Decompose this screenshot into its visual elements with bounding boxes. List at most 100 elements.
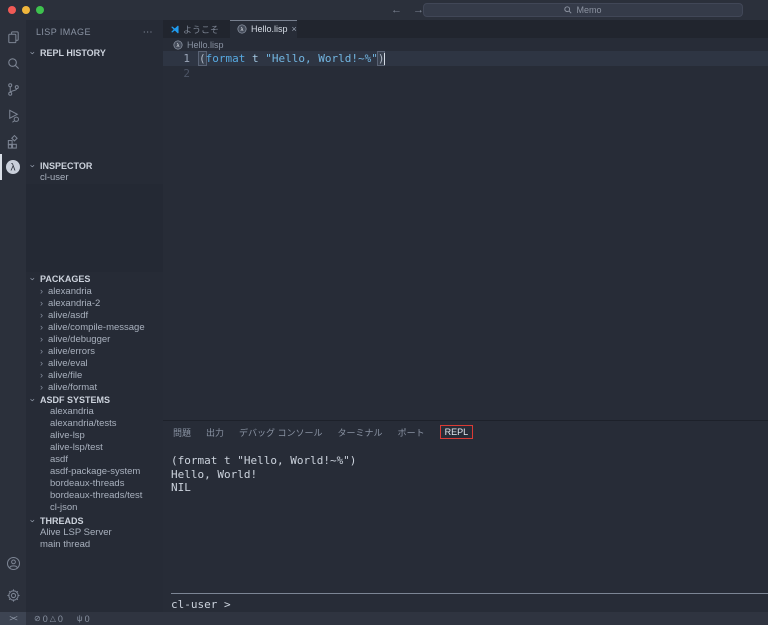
- chevron-down-icon: ›: [28, 277, 38, 280]
- panel-tab-problems[interactable]: 問題: [173, 426, 191, 439]
- chevron-right-icon: ›: [40, 358, 43, 368]
- extensions-icon[interactable]: [0, 128, 26, 154]
- command-center-search[interactable]: Memo: [423, 3, 743, 17]
- chevron-right-icon: ›: [40, 382, 43, 392]
- package-item[interactable]: › alive/eval: [26, 357, 163, 369]
- lisp-file-icon: λ: [173, 40, 183, 49]
- title-bar: ← → Memo: [0, 0, 768, 20]
- packages-list: › alexandria › alexandria-2 › alive/asdf › aliv…: [26, 285, 163, 393]
- breadcrumb-file: Hello.lisp: [187, 39, 224, 50]
- panel-tab-debug-console[interactable]: デバッグ コンソール: [239, 426, 323, 439]
- warning-icon: △: [49, 614, 56, 623]
- tab-welcome[interactable]: ようこそ: [163, 20, 230, 38]
- ports-count: 0: [84, 613, 90, 624]
- asdf-system-item[interactable]: asdf-package-system: [26, 466, 163, 478]
- package-item[interactable]: › alive/debugger: [26, 333, 163, 345]
- chevron-right-icon: ›: [40, 370, 43, 380]
- section-threads[interactable]: › THREADS: [26, 514, 163, 527]
- accounts-icon[interactable]: [0, 550, 26, 576]
- problems-status[interactable]: ⊘ 0 △ 0: [34, 614, 63, 624]
- chevron-right-icon: ›: [40, 286, 43, 296]
- asdf-system-item[interactable]: bordeaux-threads: [26, 478, 163, 490]
- package-item[interactable]: › alive/file: [26, 369, 163, 381]
- repl-prompt[interactable]: cl-user >: [171, 598, 231, 611]
- line-number: 2: [183, 67, 190, 80]
- asdf-system-item[interactable]: bordeaux-threads/test: [26, 490, 163, 502]
- asdf-system-item[interactable]: asdf: [26, 454, 163, 466]
- remote-indicator[interactable]: ><: [0, 612, 26, 625]
- svg-text:λ: λ: [177, 43, 180, 49]
- asdf-system-item[interactable]: alive-lsp: [26, 430, 163, 442]
- thread-item[interactable]: main thread: [26, 539, 163, 551]
- breadcrumb[interactable]: λ Hello.lisp: [163, 38, 768, 51]
- repl-history-empty-area: [26, 59, 163, 159]
- explorer-icon[interactable]: [0, 24, 26, 50]
- panel-tab-ports[interactable]: ポート: [398, 426, 425, 439]
- panel-tab-terminal[interactable]: ターミナル: [338, 426, 383, 439]
- text-cursor: [384, 52, 386, 65]
- threads-list: Alive LSP Server main thread: [26, 527, 163, 551]
- package-item[interactable]: › alive/format: [26, 381, 163, 393]
- asdf-system-item[interactable]: alive-lsp/test: [26, 442, 163, 454]
- asdf-systems-list: alexandria alexandria/tests alive-lsp alive…: [26, 406, 163, 514]
- navigate-back-icon[interactable]: ←: [391, 4, 402, 16]
- error-count: 0: [42, 613, 48, 624]
- code-editor[interactable]: 1 (format t "Hello, World!~%") 2: [163, 51, 768, 81]
- open-paren: (: [198, 51, 207, 66]
- maximize-window-button[interactable]: [36, 6, 44, 14]
- chevron-right-icon: ›: [40, 334, 43, 344]
- thread-item[interactable]: Alive LSP Server: [26, 527, 163, 539]
- source-control-icon[interactable]: [0, 76, 26, 102]
- sidebar-title: LISP IMAGE: [36, 27, 91, 37]
- asdf-system-item[interactable]: alexandria: [26, 406, 163, 418]
- search-icon: [564, 6, 573, 14]
- close-paren: ): [376, 51, 386, 66]
- section-inspector[interactable]: › INSPECTOR: [26, 159, 163, 172]
- window-controls[interactable]: [8, 6, 44, 14]
- status-bar: >< ⊘ 0 △ 0 ψ 0: [0, 612, 768, 625]
- editor-area: ようこそ λ Hello.lisp × λ Hello.lisp 1 (form…: [163, 20, 768, 420]
- package-item[interactable]: › alexandria-2: [26, 297, 163, 309]
- package-item[interactable]: › alive/compile-message: [26, 321, 163, 333]
- close-tab-icon[interactable]: ×: [292, 24, 297, 34]
- inspector-list: cl-user: [26, 172, 163, 184]
- remote-icon: ><: [9, 614, 17, 623]
- asdf-system-item[interactable]: cl-json: [26, 502, 163, 514]
- section-packages[interactable]: › PACKAGES: [26, 272, 163, 285]
- package-item[interactable]: › alive/errors: [26, 345, 163, 357]
- code-line-1[interactable]: 1 (format t "Hello, World!~%"): [163, 51, 768, 66]
- radio-tower-icon: ψ: [76, 614, 83, 623]
- bottom-panel: 問題 出力 デバッグ コンソール ターミナル ポート REPL (format …: [163, 420, 768, 612]
- panel-tab-repl[interactable]: REPL: [439, 425, 474, 439]
- warning-count: 0: [57, 613, 63, 624]
- sidebar-more-actions-icon[interactable]: ⋯: [143, 27, 153, 38]
- svg-text:λ: λ: [11, 163, 16, 174]
- code-line-2[interactable]: 2: [163, 66, 768, 81]
- tab-hello-lisp[interactable]: λ Hello.lisp ×: [230, 20, 297, 38]
- chevron-down-icon: ›: [28, 51, 38, 54]
- error-icon: ⊘: [34, 614, 41, 623]
- repl-output-line: (format t "Hello, World!~%"): [171, 454, 357, 467]
- minimize-window-button[interactable]: [22, 6, 30, 14]
- panel-tab-output[interactable]: 出力: [206, 426, 224, 439]
- alive-lisp-extension-icon[interactable]: λ: [0, 154, 26, 180]
- asdf-system-item[interactable]: alexandria/tests: [26, 418, 163, 430]
- inspector-content-area: [26, 184, 163, 272]
- svg-text:λ: λ: [241, 27, 244, 33]
- package-item[interactable]: › alive/asdf: [26, 309, 163, 321]
- chevron-down-icon: ›: [28, 519, 38, 522]
- editor-tab-bar: ようこそ λ Hello.lisp ×: [163, 20, 768, 38]
- section-asdf-systems[interactable]: › ASDF SYSTEMS: [26, 393, 163, 406]
- vscode-logo-icon: [171, 25, 179, 33]
- line-number: 1: [183, 52, 190, 65]
- package-item[interactable]: › alexandria: [26, 285, 163, 297]
- chevron-right-icon: ›: [40, 346, 43, 356]
- search-sidebar-icon[interactable]: [0, 50, 26, 76]
- inspector-item[interactable]: cl-user: [26, 172, 163, 184]
- run-debug-icon[interactable]: [0, 102, 26, 128]
- settings-gear-icon[interactable]: [0, 582, 26, 608]
- section-repl-history[interactable]: › REPL HISTORY: [26, 46, 163, 59]
- close-window-button[interactable]: [8, 6, 16, 14]
- ports-status[interactable]: ψ 0: [77, 614, 90, 624]
- chevron-right-icon: ›: [40, 298, 43, 308]
